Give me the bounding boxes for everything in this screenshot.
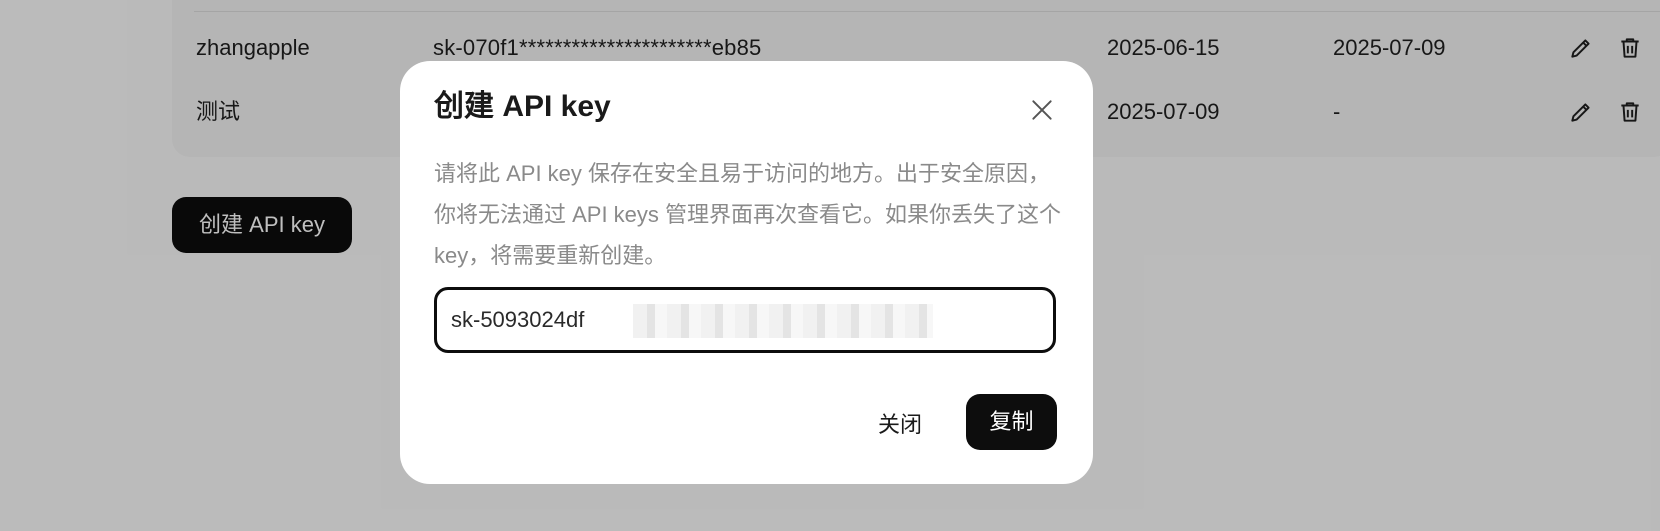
create-api-key-dialog: 创建 API key 请将此 API key 保存在安全且易于访问的地方。出于安… <box>400 61 1093 484</box>
copy-button[interactable]: 复制 <box>966 394 1057 450</box>
dialog-title: 创建 API key <box>434 90 611 123</box>
api-key-value: sk-5093024df <box>451 307 585 332</box>
redaction-mask <box>933 304 1053 338</box>
close-button[interactable]: 关闭 <box>870 397 930 453</box>
close-icon[interactable] <box>1029 97 1055 123</box>
dialog-description: 请将此 API key 保存在安全且易于访问的地方。出于安全原因，你将无法通过 … <box>434 161 1062 268</box>
api-key-field[interactable]: sk-5093024df 8 <box>434 287 1056 353</box>
redaction-mask <box>633 304 933 338</box>
